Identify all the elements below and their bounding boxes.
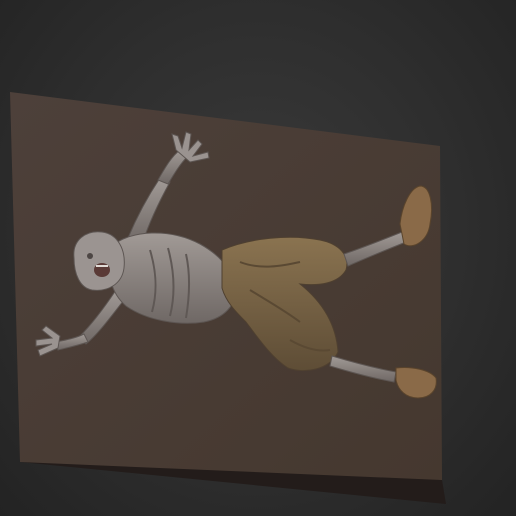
render-viewport bbox=[0, 0, 516, 516]
sculpture-render bbox=[10, 92, 446, 504]
head bbox=[73, 231, 125, 291]
eye bbox=[87, 253, 93, 259]
